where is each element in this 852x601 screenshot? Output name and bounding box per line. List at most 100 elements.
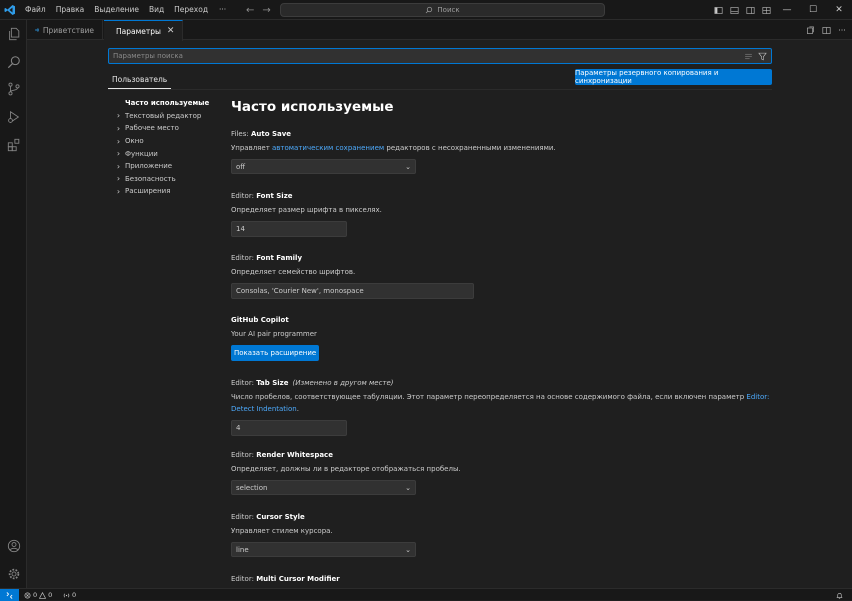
toc-item-application[interactable]: › Приложение xyxy=(112,160,212,173)
settings-search-input[interactable] xyxy=(113,52,744,60)
chevron-right-icon: › xyxy=(116,149,121,159)
problems-indicator[interactable]: 0 0 xyxy=(24,589,52,601)
menu-selection[interactable]: Выделение xyxy=(89,0,144,20)
setting-description: Число пробелов, соответствующее табуляци… xyxy=(231,393,770,413)
font-family-input[interactable]: Consolas, 'Courier New', monospace xyxy=(231,283,474,299)
auto-save-select[interactable]: off ⌄ xyxy=(231,159,416,174)
error-icon xyxy=(24,592,31,598)
back-arrow-icon[interactable]: ← xyxy=(246,5,254,16)
close-window-button[interactable]: ✕ xyxy=(826,0,852,20)
toggle-secondary-sidebar-icon[interactable] xyxy=(742,0,758,20)
chevron-right-icon: › xyxy=(116,186,121,196)
accounts-icon[interactable] xyxy=(5,537,22,554)
more-actions-icon[interactable]: ··· xyxy=(834,20,850,40)
tab-label: Параметры xyxy=(116,26,161,36)
settings-toc: Часто используемые › Текстовый редактор ›… xyxy=(112,97,212,198)
ports-count: 0 xyxy=(72,591,77,599)
cursor-style-select[interactable]: line ⌄ xyxy=(231,542,416,557)
settings-search-box[interactable] xyxy=(108,48,772,64)
settings-list: Часто используемые Files: Auto Save Упра… xyxy=(231,97,771,588)
chevron-right-icon: › xyxy=(116,136,121,146)
tab-size-input[interactable]: 4 xyxy=(231,420,347,436)
error-count: 0 xyxy=(33,591,38,599)
menu-more-icon[interactable]: ··· xyxy=(213,0,232,20)
toc-label: Текстовый редактор xyxy=(125,111,202,120)
setting-title: Editor: Multi Cursor Modifier xyxy=(231,575,340,583)
toc-label: Приложение xyxy=(125,162,173,171)
tab-welcome[interactable]: Приветствие xyxy=(27,20,103,40)
section-title: Часто используемые xyxy=(231,99,394,115)
setting-render-whitespace: Editor: Render Whitespace Определяет, до… xyxy=(231,449,771,495)
modified-elsewhere-label[interactable]: (Изменено в другом месте) xyxy=(293,379,394,387)
notifications-bell-icon[interactable] xyxy=(836,589,843,601)
scope-tab-user[interactable]: Пользователь xyxy=(108,70,172,89)
setting-title: Editor: Render Whitespace xyxy=(231,451,333,459)
settings-gear-icon[interactable] xyxy=(5,565,22,582)
font-size-input[interactable]: 14 xyxy=(231,221,347,237)
setting-title: Editor: Font Size xyxy=(231,192,293,200)
close-tab-icon[interactable]: ✕ xyxy=(167,26,175,36)
menu-go[interactable]: Переход xyxy=(169,0,213,20)
menu-edit[interactable]: Правка xyxy=(51,0,90,20)
setting-title: Editor: Tab Size (Изменено в другом месте… xyxy=(231,379,394,387)
command-center-search[interactable]: Поиск xyxy=(280,3,605,17)
render-whitespace-select[interactable]: selection ⌄ xyxy=(231,480,416,495)
setting-cursor-style: Editor: Cursor Style Управляет стилем ку… xyxy=(231,511,771,557)
vscode-tab-icon xyxy=(35,28,39,32)
activity-bar xyxy=(0,20,27,588)
chevron-right-icon: › xyxy=(116,123,121,133)
setting-title: Files: Auto Save xyxy=(231,130,292,138)
explorer-icon[interactable] xyxy=(5,25,22,42)
warning-icon xyxy=(39,591,47,599)
customize-layout-icon[interactable] xyxy=(758,0,774,20)
remote-indicator-icon[interactable] xyxy=(0,589,19,601)
forward-arrow-icon[interactable]: → xyxy=(262,5,270,16)
toc-item-text-editor[interactable]: › Текстовый редактор xyxy=(112,110,212,123)
setting-description: Управляет автоматическим сохранением ред… xyxy=(231,144,556,152)
setting-description: Your AI pair programmer xyxy=(231,330,317,338)
setting-title: Editor: Cursor Style xyxy=(231,513,305,521)
toc-label: Окно xyxy=(125,137,144,146)
title-bar: Файл Правка Выделение Вид Переход ··· ← … xyxy=(0,0,852,20)
toggle-primary-sidebar-icon[interactable] xyxy=(710,0,726,20)
show-extension-button[interactable]: Показать расширение xyxy=(231,345,320,361)
search-view-icon[interactable] xyxy=(5,53,22,70)
toc-label: Безопасность xyxy=(125,174,176,183)
tab-label: Приветствие xyxy=(42,25,94,35)
setting-description: Определяет размер шрифта в пикселях. xyxy=(231,206,382,214)
open-settings-json-icon[interactable] xyxy=(802,20,818,40)
minimize-button[interactable]: — xyxy=(774,0,800,20)
status-bar: 0 0 0 xyxy=(0,588,852,601)
toc-label: Рабочее место xyxy=(125,124,179,133)
tab-settings[interactable]: Параметры ✕ xyxy=(104,20,183,41)
setting-font-size: Editor: Font Size Определяет размер шриф… xyxy=(231,190,771,237)
ports-indicator[interactable]: 0 xyxy=(63,589,76,601)
toggle-panel-icon[interactable] xyxy=(726,0,742,20)
run-debug-icon[interactable] xyxy=(5,108,22,125)
split-editor-icon[interactable] xyxy=(818,20,834,40)
menu-file[interactable]: Файл xyxy=(20,0,51,20)
setting-github-copilot: GitHub Copilot Your AI pair programmer П… xyxy=(231,314,771,361)
chevron-right-icon: › xyxy=(116,161,121,171)
menu-view[interactable]: Вид xyxy=(144,0,169,20)
toc-item-extensions[interactable]: › Расширения xyxy=(112,185,212,198)
clear-filter-icon[interactable] xyxy=(744,52,753,61)
source-control-icon[interactable] xyxy=(5,80,22,97)
extensions-icon[interactable] xyxy=(5,136,22,153)
filter-icon[interactable] xyxy=(758,52,767,61)
auto-save-link[interactable]: автоматическим сохранением xyxy=(272,144,384,152)
backup-sync-button[interactable]: Параметры резервного копирования и синхр… xyxy=(575,69,772,85)
toc-item-commonly-used[interactable]: Часто используемые xyxy=(112,97,212,110)
setting-tab-size: Editor: Tab Size (Изменено в другом месте… xyxy=(231,377,771,436)
radio-tower-icon xyxy=(63,593,70,597)
maximize-button[interactable]: ☐ xyxy=(800,0,826,20)
toc-item-features[interactable]: › Функции xyxy=(112,147,212,160)
command-center-label: Поиск xyxy=(437,6,460,14)
chevron-right-icon: › xyxy=(116,111,121,121)
toc-item-security[interactable]: › Безопасность xyxy=(112,173,212,186)
setting-title: Editor: Font Family xyxy=(231,254,303,262)
setting-multi-cursor-modifier: Editor: Multi Cursor Modifier xyxy=(231,573,771,585)
toc-item-workbench[interactable]: › Рабочее место xyxy=(112,122,212,135)
chevron-right-icon: › xyxy=(116,174,121,184)
toc-item-window[interactable]: › Окно xyxy=(112,135,212,148)
